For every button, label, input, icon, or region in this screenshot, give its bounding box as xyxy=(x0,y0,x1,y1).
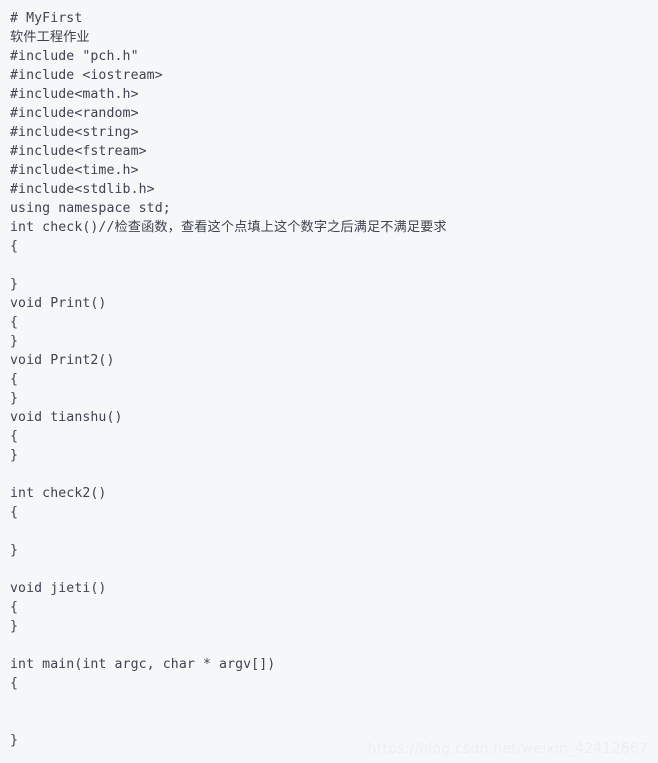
code-line: { xyxy=(10,676,19,691)
code-line: #include<time.h> xyxy=(10,163,139,178)
code-line: } xyxy=(10,391,19,406)
code-line: { xyxy=(10,505,19,520)
code-line: { xyxy=(10,372,19,387)
code-line: # MyFirst xyxy=(10,11,83,26)
code-line: void jieti() xyxy=(10,581,107,596)
code-line: } xyxy=(10,619,19,634)
code-line: } xyxy=(10,334,19,349)
code-line: #include <iostream> xyxy=(10,68,163,83)
code-line: } xyxy=(10,277,19,292)
code-line: { xyxy=(10,315,19,330)
code-line: #include<string> xyxy=(10,125,139,140)
code-line: #include<stdlib.h> xyxy=(10,182,155,197)
code-line: using namespace std; xyxy=(10,201,171,216)
code-listing: # MyFirst 软件工程作业 #include "pch.h" #include … xyxy=(10,9,658,750)
code-line: void Print2() xyxy=(10,353,115,368)
code-line: #include "pch.h" xyxy=(10,49,139,64)
code-line: } xyxy=(10,543,19,558)
code-line: 软件工程作业 xyxy=(10,30,90,45)
code-line: { xyxy=(10,239,19,254)
code-line: #include<math.h> xyxy=(10,87,139,102)
code-line: void tianshu() xyxy=(10,410,123,425)
code-line: } xyxy=(10,448,19,463)
code-line: #include<random> xyxy=(10,106,139,121)
watermark-url: https://blog.csdn.net/weixin_42412667 xyxy=(367,741,648,757)
code-line: int main(int argc, char * argv[]) xyxy=(10,657,276,672)
code-line: #include<fstream> xyxy=(10,144,147,159)
code-line: { xyxy=(10,600,19,615)
code-block: # MyFirst 软件工程作业 #include "pch.h" #include … xyxy=(0,0,658,763)
code-line: { xyxy=(10,429,19,444)
code-line: int check2() xyxy=(10,486,107,501)
code-line: void Print() xyxy=(10,296,107,311)
code-line: int check()//检查函数，查看这个点填上这个数字之后满足不满足要求 xyxy=(10,220,447,235)
